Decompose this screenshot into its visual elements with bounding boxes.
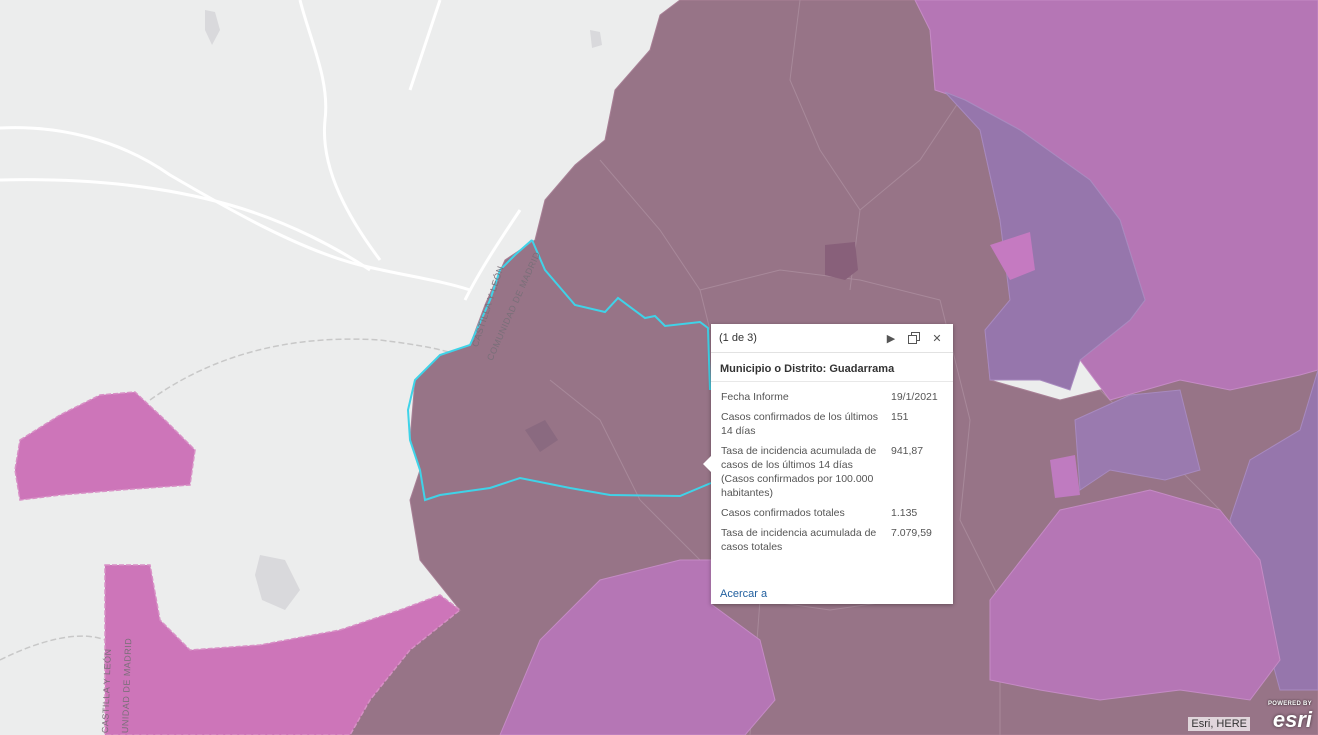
info-popup: (1 de 3) ▶ ✕ Municipio o Distrito: Guada…: [703, 324, 953, 604]
field-label: Casos confirmados de los últimos 14 días: [721, 411, 878, 437]
esri-brand-text: esri: [1272, 707, 1312, 732]
field-value: 151: [891, 411, 909, 423]
field-value: 7.079,59: [891, 527, 932, 539]
municipality-polygon-small-pink-2[interactable]: [1050, 455, 1080, 498]
field-label: Tasa de incidencia acumulada de casos de…: [721, 445, 877, 499]
field-label: Fecha Informe: [721, 391, 789, 403]
popup-feature-count: (1 de 3): [719, 332, 757, 344]
zoom-to-link[interactable]: Acercar a: [720, 588, 767, 600]
table-row: Casos confirmados totales 1.135: [717, 504, 949, 524]
map-attribution[interactable]: Esri, HERE: [1188, 717, 1250, 731]
map-canvas[interactable]: [0, 0, 1318, 735]
maximize-icon[interactable]: [906, 330, 922, 346]
table-row: Tasa de incidencia acumulada de casos de…: [717, 442, 949, 504]
field-label: Casos confirmados totales: [721, 507, 845, 519]
esri-logo[interactable]: POWERED BY esri: [1256, 701, 1312, 731]
table-row: Tasa de incidencia acumulada de casos to…: [717, 524, 949, 558]
popup-pointer: [703, 456, 711, 472]
field-value: 19/1/2021: [891, 391, 938, 403]
popup-header: (1 de 3) ▶ ✕: [711, 324, 953, 353]
table-row: Fecha Informe 19/1/2021: [717, 388, 949, 408]
table-row: Casos confirmados de los últimos 14 días…: [717, 408, 949, 442]
field-label: Tasa de incidencia acumulada de casos to…: [721, 527, 877, 553]
popup-attribute-table: Fecha Informe 19/1/2021 Casos confirmado…: [717, 388, 949, 558]
field-value: 1.135: [891, 507, 918, 519]
play-icon[interactable]: ▶: [883, 330, 899, 346]
close-icon[interactable]: ✕: [929, 330, 945, 346]
field-value: 941,87: [891, 445, 924, 457]
popup-title: Municipio o Distrito: Guadarrama: [711, 353, 953, 382]
